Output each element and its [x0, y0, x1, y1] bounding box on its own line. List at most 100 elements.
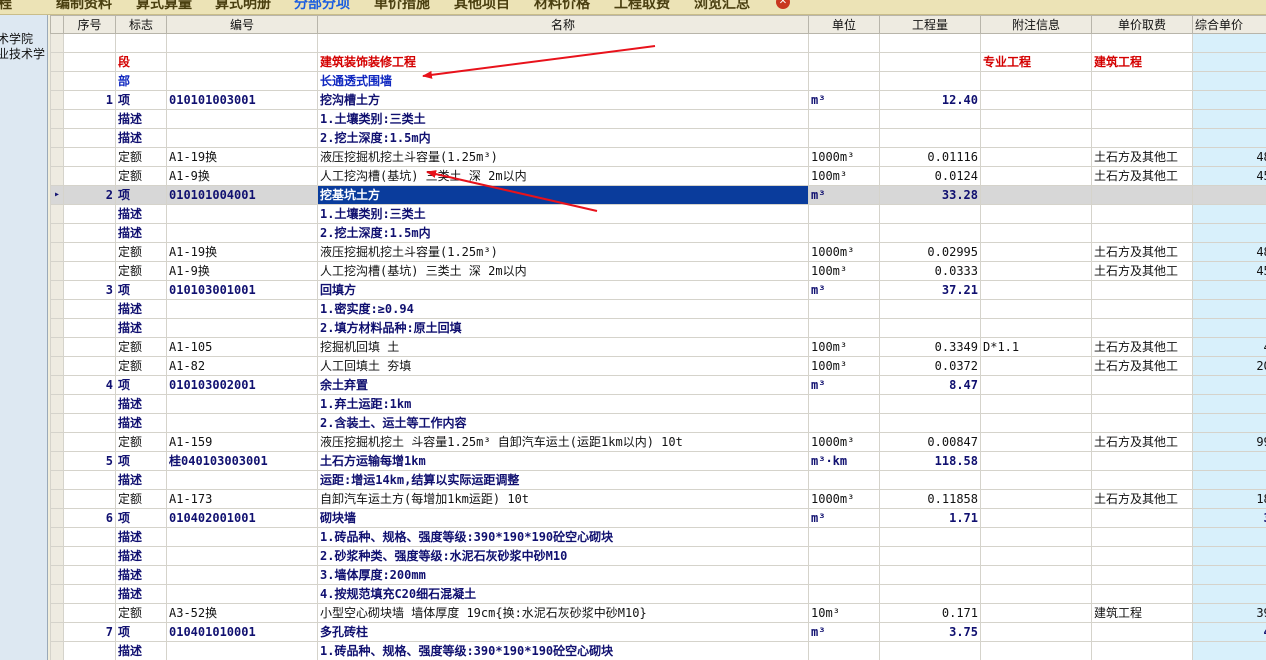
- cell-code[interactable]: [166, 299, 318, 319]
- col-header-name[interactable]: 名称: [317, 15, 809, 34]
- table-row[interactable]: 定额 A1-159 液压挖掘机挖土 斗容量1.25m³ 自卸汽车运土(运距1km以内…: [50, 432, 1266, 452]
- cell-unit[interactable]: 1000m³: [808, 147, 880, 167]
- cell-fee[interactable]: 土石方及其他工: [1091, 489, 1193, 509]
- cell-code[interactable]: A1-159: [166, 432, 318, 452]
- cell-qty[interactable]: [879, 52, 981, 72]
- cell-name[interactable]: 小型空心砌块墙 墙体厚度 19cm{换:水泥石灰砂浆中砂M10}: [317, 603, 809, 623]
- cell-code[interactable]: 010401010001: [166, 622, 318, 642]
- row-indicator[interactable]: [50, 394, 64, 414]
- row-indicator[interactable]: [50, 71, 64, 91]
- cell-note[interactable]: [980, 432, 1092, 452]
- table-row[interactable]: 1 项 010101003001 挖沟槽土方 m³ 12.40: [50, 90, 1266, 110]
- cell-name[interactable]: 砌块墙: [317, 508, 809, 528]
- cell-seq[interactable]: [63, 527, 116, 547]
- cell-fee[interactable]: [1091, 318, 1193, 338]
- cell-note[interactable]: [980, 223, 1092, 243]
- cell-note[interactable]: [980, 565, 1092, 585]
- cell-name[interactable]: 建筑装饰装修工程: [317, 52, 809, 72]
- cell-code[interactable]: [166, 109, 318, 129]
- cell-seq[interactable]: [63, 204, 116, 224]
- cell-unit[interactable]: [808, 584, 880, 604]
- tree-node-label[interactable]: 业技术学: [0, 47, 45, 61]
- cell-qty[interactable]: 0.0124: [879, 166, 981, 186]
- cell-qty[interactable]: 0.3349: [879, 337, 981, 357]
- cell-name[interactable]: 多孔砖柱: [317, 622, 809, 642]
- cell-flag[interactable]: 定额: [115, 166, 167, 186]
- table-row[interactable]: 定额 A1-173 自卸汽车运土方(每增加1km运距) 10t 1000m³ 0.118…: [50, 489, 1266, 509]
- cell-comp[interactable]: [1192, 71, 1266, 91]
- cell-fee[interactable]: 土石方及其他工: [1091, 337, 1193, 357]
- cell-seq[interactable]: [63, 299, 116, 319]
- cell-fee[interactable]: [1091, 622, 1193, 642]
- cell-seq[interactable]: [63, 318, 116, 338]
- cell-name[interactable]: 1.弃土运距:1km: [317, 394, 809, 414]
- cell-unit[interactable]: [808, 71, 880, 91]
- cell-fee[interactable]: [1091, 280, 1193, 300]
- cell-flag[interactable]: 段: [115, 52, 167, 72]
- cell-qty[interactable]: 0.02995: [879, 242, 981, 262]
- cell-note[interactable]: [980, 109, 1092, 129]
- cell-qty[interactable]: [879, 318, 981, 338]
- cell-qty[interactable]: [879, 641, 981, 660]
- table-row[interactable]: 定额 A3-52换 小型空心砌块墙 墙体厚度 19cm{换:水泥石灰砂浆中砂M10}…: [50, 603, 1266, 623]
- cell-code[interactable]: [166, 584, 318, 604]
- cell-code[interactable]: A1-105: [166, 337, 318, 357]
- cell-seq[interactable]: [63, 261, 116, 281]
- row-indicator[interactable]: [50, 356, 64, 376]
- cell-comp[interactable]: [1192, 90, 1266, 110]
- cell-code[interactable]: A1-82: [166, 356, 318, 376]
- table-row[interactable]: 描述 1.土壤类别:三类土: [50, 109, 1266, 129]
- cell-qty[interactable]: 12.40: [879, 90, 981, 110]
- cell-note[interactable]: [980, 603, 1092, 623]
- cell-seq[interactable]: [63, 71, 116, 91]
- cell-fee[interactable]: [1091, 641, 1193, 660]
- cell-comp[interactable]: 39: [1192, 508, 1266, 528]
- cell-comp[interactable]: 40: [1192, 337, 1266, 357]
- cell-unit[interactable]: 1000m³: [808, 242, 880, 262]
- cell-fee[interactable]: [1091, 546, 1193, 566]
- cell-note[interactable]: [980, 546, 1092, 566]
- table-row[interactable]: 描述 2.填方材料品种:原土回填: [50, 318, 1266, 338]
- cell-fee[interactable]: [1091, 223, 1193, 243]
- table-row[interactable]: 定额A1-82人工回填土 夯填100m³0.0372 土石方及其他工207: [50, 356, 1266, 376]
- cell-note[interactable]: [980, 641, 1092, 660]
- menu-tab-fees[interactable]: 工程取费: [614, 0, 670, 14]
- cell-code[interactable]: A1-19换: [166, 147, 318, 167]
- cell-unit[interactable]: [808, 318, 880, 338]
- cell-qty[interactable]: 0.0333: [879, 261, 981, 281]
- cell-code[interactable]: [166, 71, 318, 91]
- cell-comp[interactable]: 998: [1192, 432, 1266, 452]
- table-row[interactable]: 定额 A1-9换 人工挖沟槽(基坑) 三类土 深 2m以内 100m³ 0.0124 土石…: [50, 166, 1266, 186]
- col-header-comp[interactable]: 综合单价: [1192, 15, 1266, 34]
- cell-note[interactable]: [980, 33, 1092, 53]
- cell-qty[interactable]: [879, 71, 981, 91]
- menu-tab-summary[interactable]: 浏览汇总: [694, 0, 750, 14]
- cell-code[interactable]: 010101003001: [166, 90, 318, 110]
- cell-flag[interactable]: 描述: [115, 641, 167, 660]
- cell-fee[interactable]: [1091, 413, 1193, 433]
- cell-fee[interactable]: [1091, 185, 1193, 205]
- cell-fee[interactable]: [1091, 565, 1193, 585]
- cell-code[interactable]: [166, 128, 318, 148]
- menu-tab-materials[interactable]: 编制资料: [56, 0, 112, 14]
- cell-seq[interactable]: [63, 470, 116, 490]
- cell-seq[interactable]: 1: [63, 90, 116, 110]
- cell-unit[interactable]: 1000m³: [808, 489, 880, 509]
- cell-seq[interactable]: [63, 223, 116, 243]
- row-indicator[interactable]: [50, 603, 64, 623]
- cell-code[interactable]: A1-19换: [166, 242, 318, 262]
- cell-flag[interactable]: 部: [115, 71, 167, 91]
- col-header-unit[interactable]: 单位: [808, 15, 880, 34]
- cell-unit[interactable]: [808, 527, 880, 547]
- cell-comp[interactable]: [1192, 641, 1266, 660]
- table-row[interactable]: 描述 1.弃土运距:1km: [50, 394, 1266, 414]
- cell-name[interactable]: 人工挖沟槽(基坑) 三类土 深 2m以内: [317, 261, 809, 281]
- cell-code[interactable]: A1-173: [166, 489, 318, 509]
- cell-note[interactable]: [980, 299, 1092, 319]
- cell-qty[interactable]: 37.21: [879, 280, 981, 300]
- cell-comp[interactable]: 482: [1192, 147, 1266, 167]
- col-header-qty[interactable]: 工程量: [879, 15, 981, 34]
- cell-name[interactable]: 2.挖土深度:1.5m内: [317, 128, 809, 148]
- cell-name[interactable]: 长通透式围墙: [317, 71, 809, 91]
- cell-qty[interactable]: 8.47: [879, 375, 981, 395]
